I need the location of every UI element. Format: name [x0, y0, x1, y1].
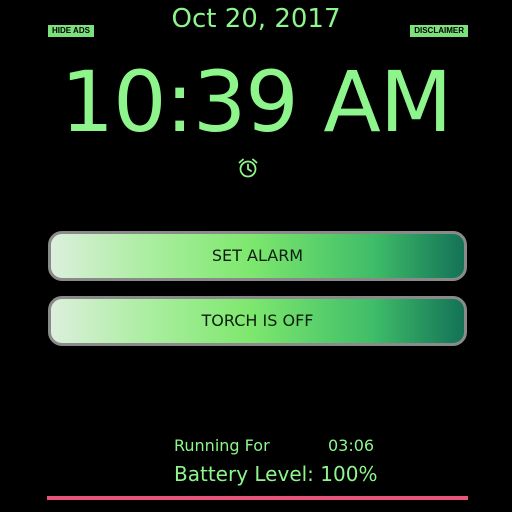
battery-level-label: Battery Level: 100%	[174, 462, 378, 486]
battery-progress-bar	[47, 496, 468, 500]
time-display: 10:39 AM	[60, 53, 453, 151]
running-for-label: Running For	[174, 436, 270, 455]
set-alarm-button[interactable]: SET ALARM	[48, 231, 467, 281]
hide-ads-button[interactable]: HIDE ADS	[48, 25, 94, 37]
disclaimer-button[interactable]: DISCLAIMER	[410, 25, 468, 37]
clock-screen: Oct 20, 2017 HIDE ADS DISCLAIMER 10:39 A…	[0, 0, 512, 512]
torch-toggle-button[interactable]: TORCH IS OFF	[48, 296, 467, 346]
alarm-clock-icon	[238, 158, 258, 178]
running-for-value: 03:06	[328, 436, 375, 455]
